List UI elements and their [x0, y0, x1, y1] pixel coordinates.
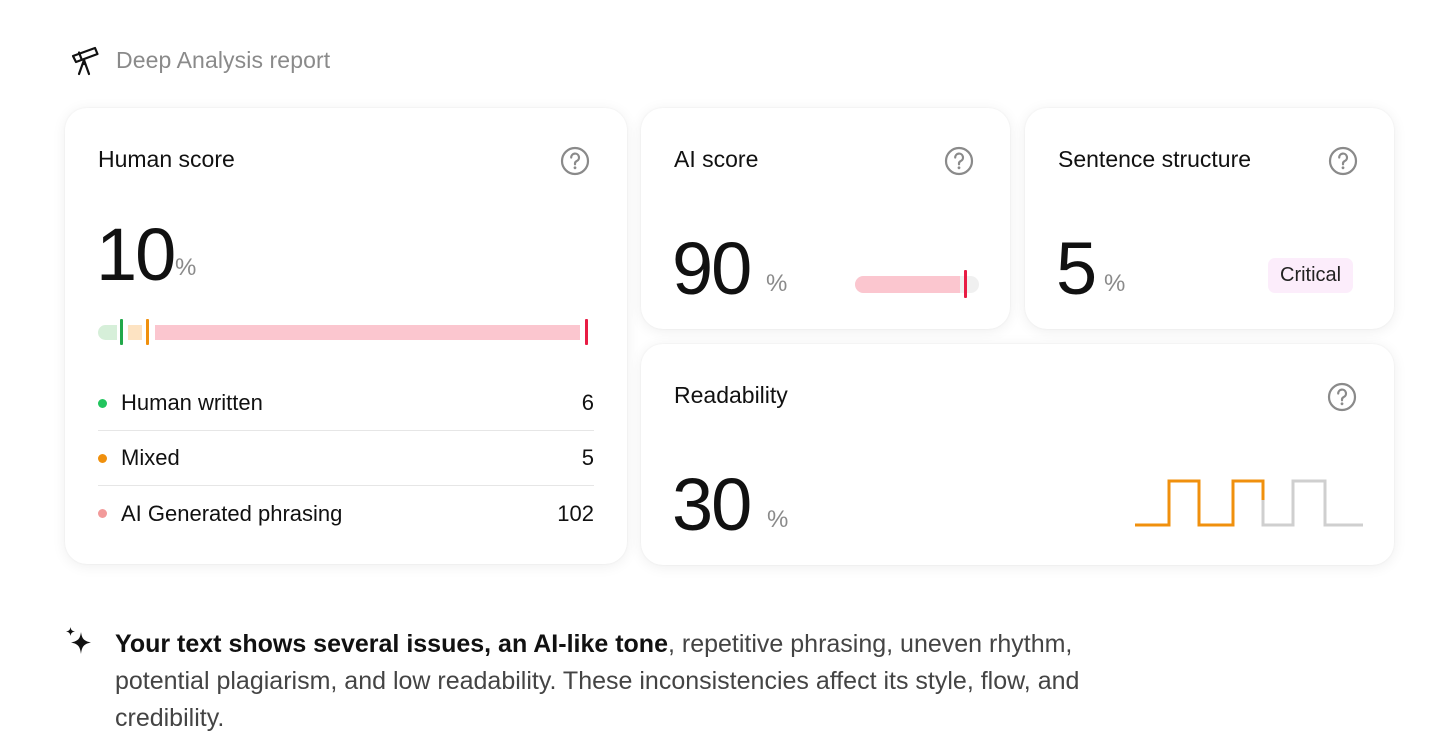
legend-label: AI Generated phrasing: [121, 500, 343, 526]
legend-label: Human written: [121, 390, 263, 415]
human-marker: [120, 319, 123, 345]
sentence-structure-card: Sentence structure 5 % Critical: [1025, 108, 1394, 329]
human-segment: [98, 325, 117, 340]
readability-value: 30: [672, 463, 752, 546]
summary-bold-text: Your text shows several issues, an AI-li…: [115, 630, 668, 658]
human-score-title: Human score: [98, 146, 235, 172]
score-legend: Human written 6 Mixed 5 AI Generated phr…: [98, 376, 594, 541]
legend-row-human: Human written 6: [98, 376, 594, 431]
legend-count: 5: [581, 445, 594, 470]
legend-row-ai: AI Generated phrasing 102: [98, 486, 594, 541]
ai-marker: [585, 319, 588, 345]
ai-score-unit: %: [766, 270, 788, 297]
human-score-unit: %: [175, 254, 197, 281]
help-icon[interactable]: [1328, 146, 1358, 176]
help-icon[interactable]: [560, 146, 590, 176]
ai-segment: [155, 325, 580, 340]
report-title: Deep Analysis report: [116, 46, 331, 73]
pink-dot-icon: [98, 509, 107, 518]
report-header: Deep Analysis report: [68, 42, 330, 78]
readability-unit: %: [767, 506, 789, 533]
summary-text: Your text shows several issues, an AI-li…: [115, 626, 1135, 737]
green-dot-icon: [98, 398, 107, 408]
sparkle-icon: [66, 627, 91, 654]
legend-count: 6: [581, 390, 594, 415]
sentence-structure-value: 5: [1056, 227, 1097, 310]
sentence-structure-unit: %: [1104, 270, 1126, 297]
ai-score-value: 90: [672, 227, 752, 310]
ai-bar-fill: [855, 276, 960, 293]
analysis-page: Deep Analysis report Human score 10 % Hu…: [0, 0, 1456, 752]
readability-wave-graphic: [1135, 479, 1363, 527]
readability-card: Readability 30 %: [641, 344, 1394, 565]
human-score-bar: [98, 318, 594, 346]
ai-score-bar: [855, 270, 979, 298]
ai-bar-marker: [964, 270, 967, 298]
ai-score-title: AI score: [674, 146, 759, 172]
sentence-structure-title: Sentence structure: [1058, 146, 1252, 172]
mixed-marker: [146, 319, 149, 345]
help-icon[interactable]: [944, 146, 974, 176]
legend-row-mixed: Mixed 5: [98, 431, 594, 486]
mixed-segment: [128, 325, 142, 340]
human-score-card: Human score 10 % Human written 6 Mixed 5…: [65, 108, 627, 564]
telescope-icon: [71, 46, 99, 76]
ai-score-card: AI score 90 %: [641, 108, 1010, 329]
readability-title: Readability: [674, 382, 788, 408]
legend-label: Mixed: [121, 445, 180, 470]
critical-badge: Critical: [1268, 258, 1354, 293]
help-icon[interactable]: [1327, 382, 1357, 412]
human-score-value: 10: [96, 213, 176, 296]
orange-dot-icon: [98, 453, 107, 463]
legend-count: 102: [557, 500, 594, 526]
